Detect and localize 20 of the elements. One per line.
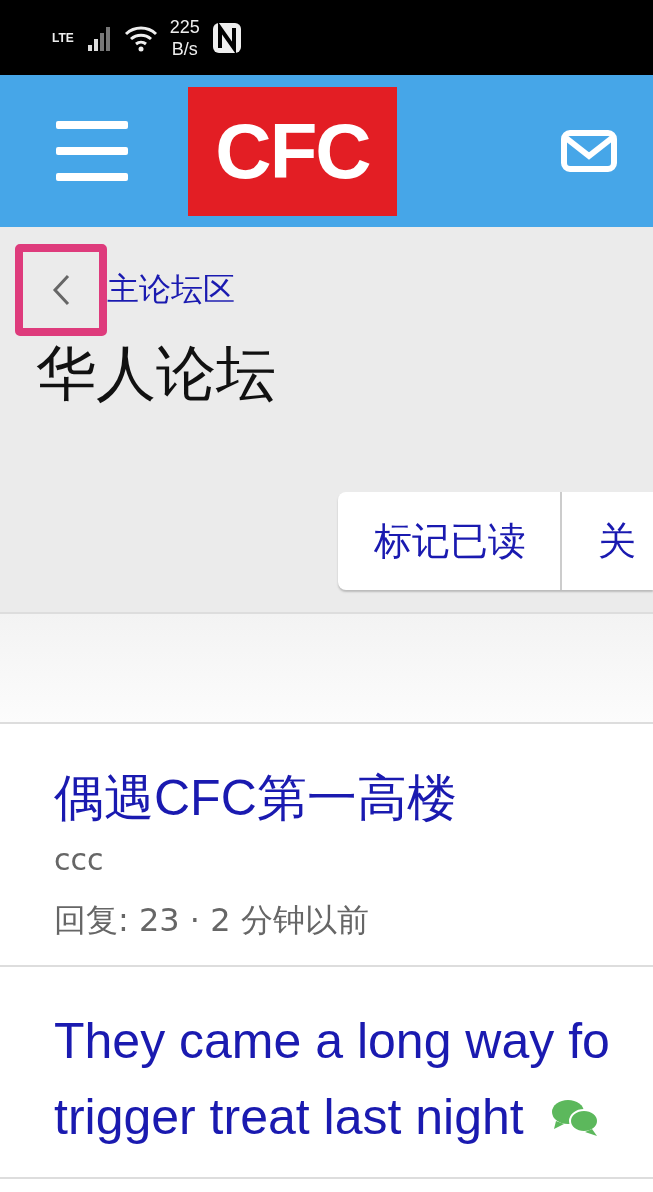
breadcrumb-link[interactable]: 主论坛区 xyxy=(107,268,235,312)
speed-unit: B/s xyxy=(171,37,198,60)
thread-author: ccc xyxy=(54,842,105,877)
signal-icon xyxy=(85,24,112,51)
network-type: LTE xyxy=(52,30,74,45)
thread-title[interactable]: trigger treat last night xyxy=(54,1079,653,1155)
nfc-icon xyxy=(211,21,242,54)
action-button[interactable]: 关 xyxy=(560,492,653,590)
back-button[interactable] xyxy=(15,244,107,336)
page-title: 华人论坛 xyxy=(36,337,277,410)
thread-title[interactable]: They came a long way fo xyxy=(54,1003,653,1079)
logo[interactable]: CFC xyxy=(188,86,397,216)
mail-icon[interactable] xyxy=(561,130,617,172)
thread-title[interactable]: 偶遇CFC第一高楼 xyxy=(54,760,653,836)
chat-bubbles-icon xyxy=(549,1097,600,1137)
thread-meta: 回复: 23 · 2 分钟以前 xyxy=(54,900,370,941)
chevron-left-icon xyxy=(52,274,70,306)
speed-value: 225 xyxy=(169,15,200,38)
action-button[interactable]: 标记已读 xyxy=(338,492,560,590)
menu-icon[interactable] xyxy=(56,121,128,181)
